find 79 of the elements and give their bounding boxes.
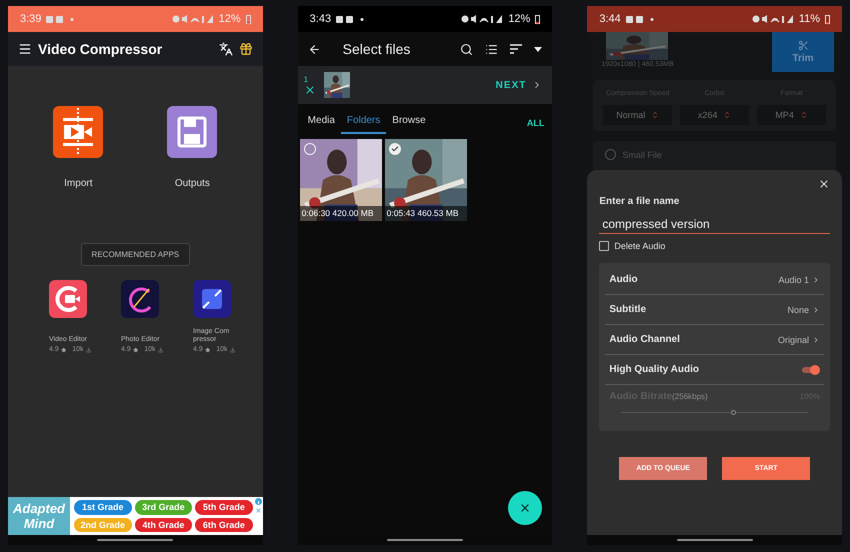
spinner-arrows-icon (651, 111, 660, 119)
ad-banner[interactable]: Adapted Mind 1st Grade 3rd Grade 5th Grade 2nd Grade 4th Grade 6th Grade (8, 497, 263, 535)
battery-percent: 11% (798, 13, 820, 25)
battery-icon (246, 14, 251, 24)
star-icon (204, 346, 210, 352)
scissors-icon (798, 40, 809, 51)
delete-audio-checkbox[interactable] (599, 241, 610, 251)
ad-brand: Adapted Mind (8, 497, 70, 535)
battery-percent: 12% (508, 13, 530, 25)
grade-button[interactable]: 5th Grade (195, 500, 253, 514)
app-logo-icon (193, 280, 231, 318)
info-icon[interactable] (254, 498, 262, 505)
action-button[interactable]: Outputs (164, 106, 220, 189)
setting-value[interactable]: Original (778, 334, 820, 344)
video-info: 0:05:43 460.53 MB (384, 206, 467, 221)
download-icon (86, 346, 91, 352)
tab[interactable]: Folders (340, 109, 386, 134)
dialog-heading: Enter a file name (599, 196, 680, 207)
spinner-arrows-icon (800, 111, 808, 119)
battery-percent: 12% (218, 13, 241, 25)
tab[interactable]: Media (302, 109, 341, 134)
check-icon (390, 145, 399, 153)
download-icon (230, 346, 235, 352)
tab[interactable]: Browse (386, 109, 432, 134)
grade-button[interactable]: 1st Grade (74, 500, 132, 514)
battery-icon (535, 14, 540, 24)
option-select[interactable]: x264 (680, 105, 750, 125)
video-compress-icon (53, 106, 104, 158)
setting-label: High Quality Audio (609, 364, 699, 375)
app-title: Video Compressor (38, 41, 164, 57)
close-icon[interactable] (818, 178, 830, 190)
spinner-arrows-icon (723, 111, 732, 119)
grade-button[interactable]: 6th Grade (195, 518, 253, 532)
section-chip: RECOMMENDED APPS (80, 243, 190, 266)
action-button[interactable]: Import (50, 106, 106, 189)
back-icon[interactable] (308, 42, 321, 56)
gift-icon[interactable] (238, 42, 253, 56)
status-icons-drawing (172, 14, 214, 24)
selection-count: 1 (304, 74, 308, 84)
checkbox-label: Delete Audio (614, 241, 666, 251)
video-info: 0:06:30 420.00 MB (300, 206, 382, 221)
close-icon[interactable] (304, 84, 316, 96)
setting-label: Subtitle (609, 304, 646, 315)
quality-toggle[interactable] (802, 364, 820, 374)
next-button[interactable]: NEXT (496, 80, 542, 90)
setting-label: Audio (609, 274, 638, 285)
grade-button[interactable]: 4th Grade (134, 518, 192, 532)
sort-icon[interactable] (510, 44, 522, 54)
file-name-field[interactable]: compressed version (599, 215, 830, 234)
status-icons-drawing (752, 14, 794, 24)
star-icon (132, 346, 138, 352)
list-view-icon[interactable] (485, 42, 498, 56)
app-logo-icon (121, 280, 159, 318)
clock-time: 3:44 (599, 13, 621, 25)
clock-time: 3:39 (20, 13, 42, 25)
close-icon (519, 502, 532, 514)
download-icon (158, 346, 163, 352)
translate-icon[interactable] (218, 42, 233, 56)
notification-icons-drawing (336, 14, 366, 24)
setting-value[interactable]: None (788, 304, 820, 314)
app-logo-icon (49, 280, 87, 318)
select-checkbox[interactable] (304, 143, 316, 155)
star-icon (60, 346, 66, 352)
screen-title: Select files (342, 41, 412, 57)
setting-label: Audio Channel (609, 334, 680, 345)
select-all-link[interactable]: ALL (522, 112, 548, 134)
dropdown-caret-icon[interactable] (534, 46, 542, 52)
notification-icons-drawing (46, 14, 76, 24)
grade-button[interactable]: 3rd Grade (134, 500, 192, 514)
search-icon[interactable] (460, 42, 474, 56)
clock-time: 3:43 (310, 13, 332, 25)
option-select[interactable]: MP4 (757, 105, 826, 125)
option-select[interactable]: Normal (603, 105, 672, 125)
notification-icons-drawing (626, 14, 656, 24)
preset-radio[interactable] (605, 149, 616, 160)
battery-icon (825, 14, 830, 24)
menu-icon[interactable] (18, 42, 32, 56)
setting-value[interactable]: Audio 1 (778, 274, 820, 284)
status-icons-drawing (461, 14, 504, 24)
